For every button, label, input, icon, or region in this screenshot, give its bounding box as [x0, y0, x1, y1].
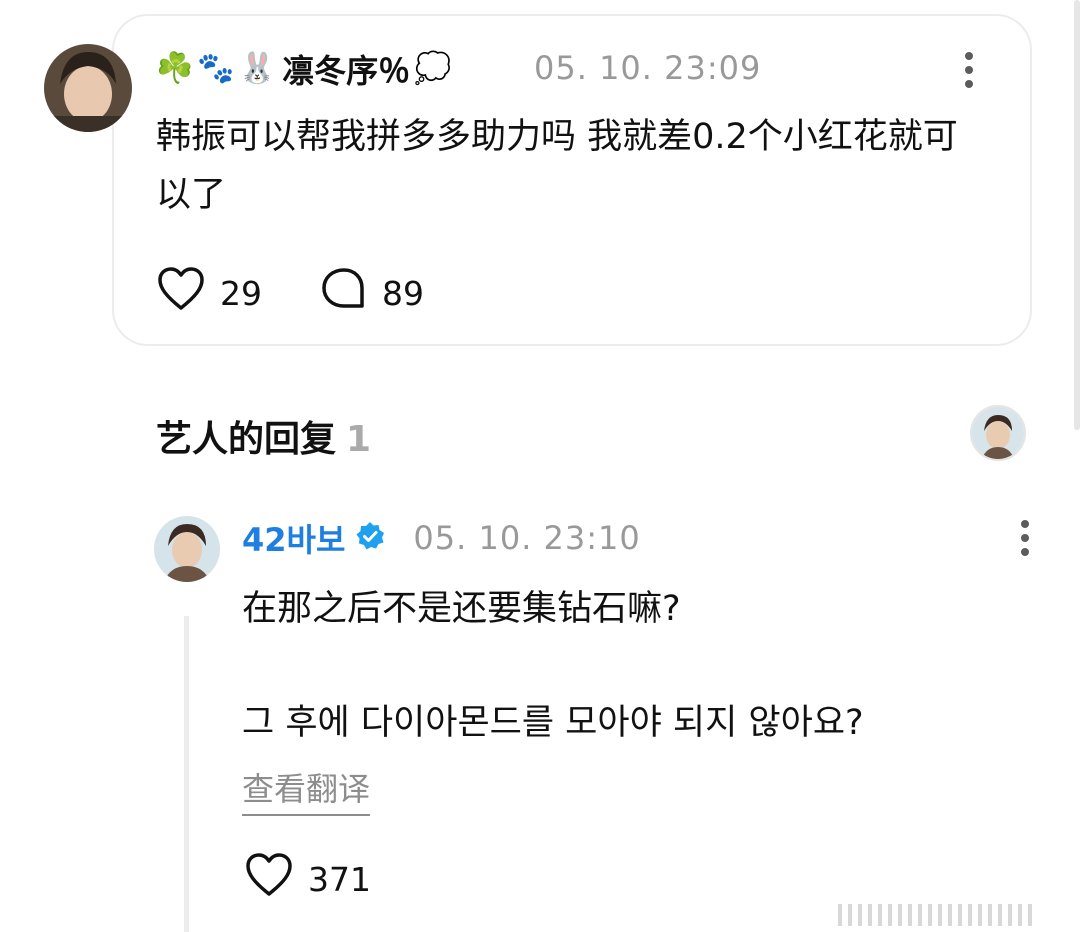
reply-author-name[interactable]: 42바보: [242, 515, 345, 561]
heart-icon: [156, 266, 206, 320]
dot-icon: [965, 52, 973, 60]
clover-icon: ☘️: [156, 51, 194, 86]
post-author-avatar[interactable]: [44, 44, 132, 132]
post-author-name[interactable]: 凛冬序％: [282, 46, 410, 92]
dot-icon: [965, 80, 973, 88]
section-title-text: 艺人的回复: [156, 419, 337, 460]
dot-icon: [1021, 534, 1029, 542]
reply-more-options-button[interactable]: [1020, 520, 1030, 556]
reply-author-avatar[interactable]: [154, 516, 220, 582]
reply-timestamp: 05. 10. 23:10: [413, 519, 641, 557]
reply-header: 42바보 05. 10. 23:10: [242, 516, 641, 560]
post-more-options-button[interactable]: [964, 52, 974, 88]
reply-like-button[interactable]: 371: [244, 852, 371, 906]
dot-icon: [1021, 548, 1029, 556]
post-comment-count: 89: [382, 273, 424, 313]
thought-bubble-icon: 💭: [414, 51, 452, 86]
verified-badge-icon: [355, 521, 385, 555]
post-header: ☘️ 🐾 🐰 凛冬序％ 💭: [156, 48, 451, 90]
post-like-button[interactable]: 29: [156, 266, 262, 320]
view-translation-link[interactable]: 查看翻译: [242, 764, 371, 816]
post-comment-button[interactable]: 89: [320, 266, 424, 320]
dot-icon: [1021, 520, 1029, 528]
artist-reply-section-title: 艺人的回复 1: [156, 410, 371, 462]
thread-line: [184, 616, 189, 932]
dot-icon: [965, 66, 973, 74]
paw-prints-icon: 🐾: [197, 51, 235, 86]
reply-like-count: 371: [308, 859, 371, 899]
reply-text-korean: 그 후에 다이아몬드를 모아야 되지 않아요?: [242, 703, 864, 743]
post-like-count: 29: [220, 273, 262, 313]
reply-text-chinese: 在那之后不是还要集钻石嘛?: [242, 589, 681, 629]
rabbit-icon: 🐰: [238, 51, 277, 86]
watermark-bars: [838, 896, 1058, 926]
artist-avatar-small[interactable]: [970, 405, 1026, 461]
scrollbar[interactable]: [1074, 0, 1080, 430]
post-timestamp: 05. 10. 23:09: [534, 49, 762, 87]
heart-icon: [244, 852, 294, 906]
comment-bubble-icon: [320, 266, 368, 320]
artist-reply-count: 1: [346, 419, 372, 460]
post-body-text: 韩振可以帮我拼多多助力吗 我就差0.2个小红花就可以了: [156, 117, 958, 215]
